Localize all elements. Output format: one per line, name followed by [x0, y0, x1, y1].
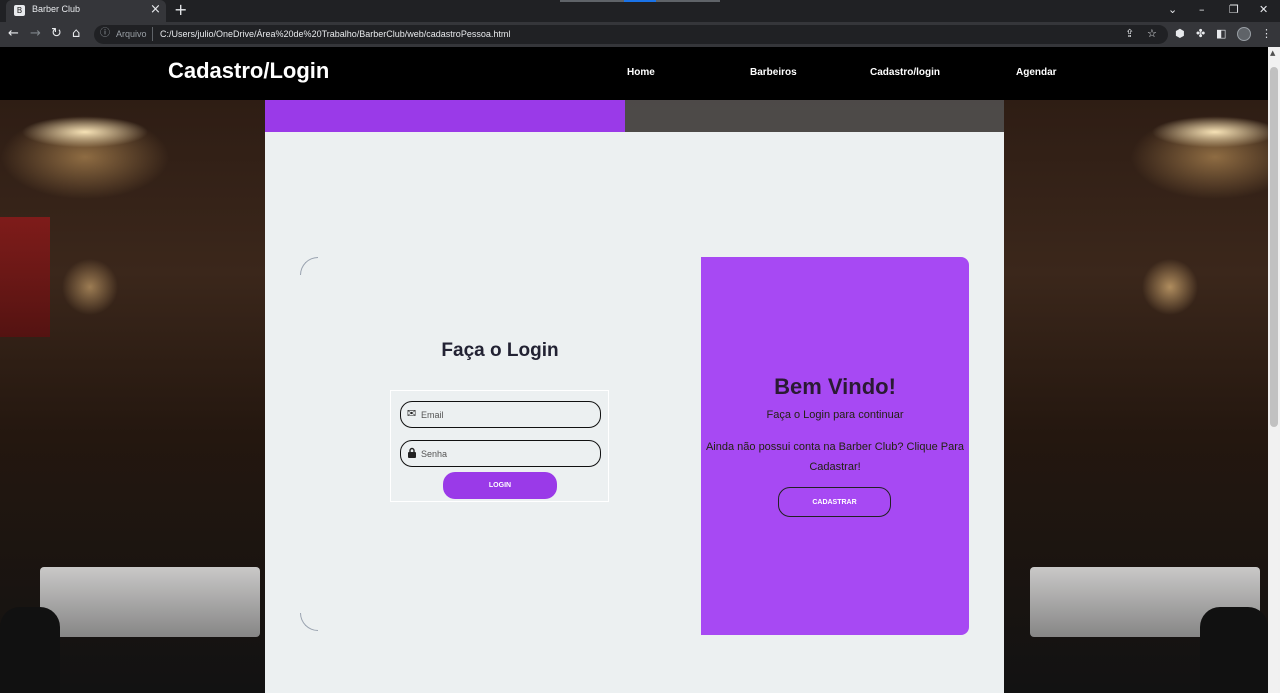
nav-link-agendar[interactable]: Agendar — [1016, 67, 1057, 78]
background-chair — [0, 607, 60, 693]
cadastrar-button[interactable]: CADASTRAR — [778, 487, 891, 517]
omnibox-divider — [152, 27, 153, 41]
nav-link-home[interactable]: Home — [627, 67, 655, 78]
background-poster — [0, 217, 50, 337]
section-top-bar-gray — [625, 100, 1004, 132]
browser-toolbar: ← → ↻ ⌂ ⓘ Arquivo C:/Users/julio/OneDriv… — [0, 22, 1280, 47]
page-scrollbar[interactable]: ▲ — [1268, 47, 1280, 693]
lock-icon — [407, 447, 417, 461]
site-header: Cadastro/Login Home Barbeiros Cadastro/l… — [0, 47, 1268, 100]
scroll-up-icon[interactable]: ▲ — [1270, 49, 1275, 57]
scheme-label: Arquivo — [116, 29, 147, 39]
welcome-card: Bem Vindo! Faça o Login para continuar A… — [701, 257, 969, 635]
email-field[interactable]: ✉ — [400, 401, 601, 428]
tab-favicon-icon: B — [14, 5, 25, 16]
new-tab-button[interactable]: + — [174, 1, 187, 19]
scrollbar-thumb[interactable] — [1270, 67, 1278, 427]
nav-link-barbeiros[interactable]: Barbeiros — [750, 67, 797, 78]
tab-close-icon[interactable]: × — [150, 2, 161, 18]
login-button[interactable]: LOGIN — [443, 472, 557, 499]
background-chair — [1200, 607, 1268, 693]
tab-indicator-segment — [624, 0, 656, 2]
extension-icon[interactable]: ⬢ — [1175, 27, 1185, 41]
star-icon[interactable]: ☆ — [1147, 27, 1157, 41]
reload-icon[interactable]: ↻ — [51, 26, 62, 42]
menu-icon[interactable]: ⋮ — [1261, 27, 1272, 41]
login-panel: Faça o Login ✉ LOGIN Bem Vindo! Faça o L… — [265, 132, 1004, 693]
welcome-title: Bem Vindo! — [774, 374, 896, 399]
sidebar-icon[interactable]: ◧ — [1216, 27, 1226, 41]
envelope-icon: ✉ — [407, 407, 417, 420]
decor-curve — [300, 257, 318, 275]
section-top-bar-accent — [265, 100, 625, 132]
tab-search-indicator — [560, 0, 720, 2]
browser-tabstrip: B Barber Club × + ⌄ – ❐ ✕ — [0, 0, 1280, 22]
password-field[interactable] — [400, 440, 601, 467]
browser-tab[interactable]: B Barber Club × — [6, 0, 166, 22]
password-input[interactable] — [421, 446, 591, 461]
window-close-icon[interactable]: ✕ — [1259, 3, 1268, 17]
forward-icon[interactable]: → — [30, 26, 41, 42]
minimize-icon[interactable]: – — [1199, 3, 1205, 17]
background-sink — [40, 567, 260, 637]
welcome-text: Ainda não possui conta na Barber Club? C… — [705, 441, 965, 473]
login-form: ✉ LOGIN — [390, 390, 609, 502]
tab-search-icon[interactable]: ⌄ — [1168, 3, 1177, 17]
nav-link-cadastro-login[interactable]: Cadastro/login — [870, 67, 940, 78]
puzzle-icon[interactable]: ✤ — [1196, 27, 1205, 41]
welcome-subtitle: Faça o Login para continuar — [766, 409, 904, 421]
info-icon[interactable]: ⓘ — [100, 27, 110, 41]
address-bar[interactable]: ⓘ Arquivo C:/Users/julio/OneDrive/Área%2… — [94, 25, 1168, 44]
profile-avatar[interactable] — [1237, 27, 1251, 41]
restore-icon[interactable]: ❐ — [1229, 3, 1239, 17]
login-title: Faça o Login — [441, 340, 559, 361]
site-brand[interactable]: Cadastro/Login — [168, 58, 329, 84]
decor-curve — [300, 613, 318, 631]
email-input[interactable] — [421, 407, 591, 422]
url-text[interactable]: C:/Users/julio/OneDrive/Área%20de%20Trab… — [160, 29, 510, 39]
home-icon[interactable]: ⌂ — [72, 26, 80, 42]
tab-title: Barber Club — [32, 4, 81, 14]
back-icon[interactable]: ← — [8, 26, 19, 42]
page-viewport: Cadastro/Login Home Barbeiros Cadastro/l… — [0, 47, 1268, 693]
share-icon[interactable]: ⇪ — [1125, 27, 1134, 41]
